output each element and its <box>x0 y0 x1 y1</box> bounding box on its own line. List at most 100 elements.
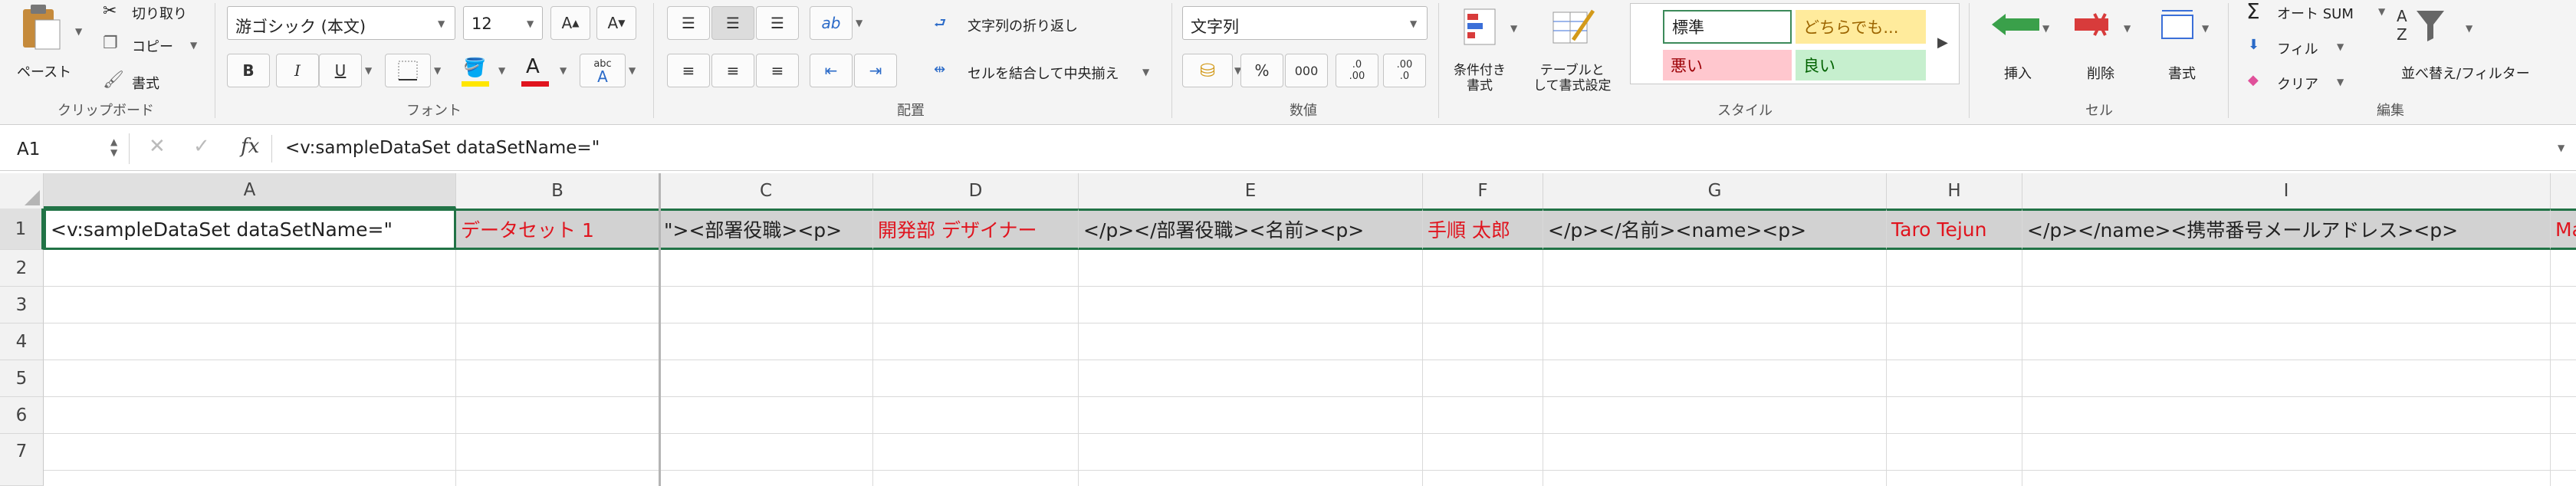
fill-button[interactable]: ⬇ フィル ▼ <box>2243 35 2366 58</box>
insert-function-icon[interactable]: fx <box>241 135 259 158</box>
column-header-b[interactable]: B <box>456 173 659 209</box>
cell-j1[interactable]: Ma <box>2551 209 2576 250</box>
name-box-stepper[interactable]: ▲ ▼ <box>110 136 117 158</box>
align-center-button[interactable]: ≡ <box>711 54 754 87</box>
italic-button[interactable]: I <box>276 54 319 87</box>
clear-button[interactable]: ◆ クリア ▼ <box>2243 71 2366 94</box>
autosum-button[interactable]: Σ オート SUM ▼ <box>2243 0 2404 24</box>
orientation-button[interactable]: ab <box>810 6 853 40</box>
cell-format-button[interactable]: 書式 <box>2147 5 2220 89</box>
cell-i1[interactable]: </p></name><携帯番号メールアドレス><p> <box>2022 209 2551 250</box>
font-color-button[interactable]: A <box>515 54 557 87</box>
column-header-d[interactable]: D <box>873 173 1079 209</box>
decrease-decimal-button[interactable]: .00 .0 <box>1383 54 1426 87</box>
row-header-7[interactable]: 7 <box>0 434 44 486</box>
copy-button[interactable]: ❐ コピー ▼ <box>98 34 205 55</box>
style-neutral[interactable]: どちらでも... <box>1796 10 1926 44</box>
column-header-c[interactable]: C <box>659 173 873 209</box>
column-header-g[interactable]: G <box>1543 173 1887 209</box>
decrease-indent-button[interactable]: ⇤ <box>810 54 853 87</box>
select-all-corner[interactable] <box>0 173 44 209</box>
cell-c1[interactable]: "><部署役職><p> <box>659 209 873 250</box>
grid-area[interactable] <box>44 250 2576 486</box>
insert-button[interactable]: 挿入 <box>1983 5 2056 89</box>
sort-filter-dropdown[interactable]: ▼ <box>2466 23 2472 34</box>
fill-color-button[interactable]: 🪣 <box>455 54 497 87</box>
increase-indent-button[interactable]: ⇥ <box>854 54 897 87</box>
percent-button[interactable]: % <box>1240 54 1283 87</box>
name-box[interactable]: A1 ▲ ▼ <box>6 133 130 164</box>
cell-f1[interactable]: 手順 太郎 <box>1423 209 1543 250</box>
row-header-5[interactable]: 5 <box>0 360 44 397</box>
cell-a1[interactable]: <v:sampleDataSet dataSetName=" <box>44 209 456 250</box>
phonetic-button[interactable]: abc A <box>580 54 626 87</box>
copy-dropdown[interactable]: ▼ <box>190 40 197 51</box>
number-group-label: 数値 <box>1290 103 1317 119</box>
format-as-table-button[interactable]: テーブルと して書式設定 <box>1530 5 1622 97</box>
conditional-format-button[interactable]: 条件付き 書式 <box>1454 5 1523 97</box>
borders-dropdown[interactable]: ▼ <box>434 65 441 76</box>
phonetic-dropdown[interactable]: ▼ <box>629 65 636 76</box>
column-header-a[interactable]: A <box>44 173 456 209</box>
style-normal[interactable]: 標準 <box>1663 10 1792 44</box>
insert-dropdown[interactable]: ▼ <box>2042 23 2049 34</box>
cell-e1[interactable]: </p></部署役職><名前><p> <box>1079 209 1423 250</box>
row-header-2[interactable]: 2 <box>0 250 44 287</box>
style-good[interactable]: 良い <box>1796 50 1926 80</box>
borders-button[interactable] <box>385 54 431 87</box>
sort-filter-button[interactable]: AZ ▼ 並べ替え/フィルター <box>2392 5 2545 89</box>
enter-icon[interactable]: ✓ <box>193 135 210 158</box>
column-header-i[interactable]: I <box>2022 173 2551 209</box>
cell-h1[interactable]: Taro Tejun <box>1887 209 2022 250</box>
row-header-4[interactable]: 4 <box>0 323 44 360</box>
column-header-j[interactable] <box>2551 173 2576 209</box>
column-header-h[interactable]: H <box>1887 173 2022 209</box>
merge-dropdown[interactable]: ▼ <box>1142 67 1149 77</box>
align-left-button[interactable]: ≡ <box>667 54 710 87</box>
currency-button[interactable]: ⛁ <box>1182 54 1233 87</box>
format-painter-button[interactable]: 🖌 書式 <box>98 71 205 92</box>
cut-button[interactable]: ✂ 切り取り <box>98 2 205 23</box>
increase-decimal-button[interactable]: .0 .00 <box>1336 54 1378 87</box>
fill-color-dropdown[interactable]: ▼ <box>498 65 505 76</box>
increase-font-button[interactable]: A ▲ <box>550 6 590 40</box>
font-name-select[interactable]: 游ゴシック (本文) ▼ <box>227 6 455 40</box>
column-header-e[interactable]: E <box>1079 173 1423 209</box>
paste-button[interactable]: ペースト <box>11 3 72 80</box>
paste-dropdown[interactable]: ▼ <box>75 26 82 37</box>
gallery-next-arrow[interactable]: ▶ <box>1937 34 1948 51</box>
number-format-select[interactable]: 文字列 ▼ <box>1182 6 1428 40</box>
column-header-f[interactable]: F <box>1423 173 1543 209</box>
font-color-dropdown[interactable]: ▼ <box>560 65 567 76</box>
align-bottom-button[interactable]: ☰ <box>756 6 799 40</box>
cell-g1[interactable]: </p></名前><name><p> <box>1543 209 1887 250</box>
cancel-icon[interactable]: ✕ <box>149 135 166 158</box>
merge-center-button[interactable]: ⇹ セルを結合して中央揃え ▼ <box>931 57 1161 87</box>
align-middle-button[interactable]: ☰ <box>711 6 754 40</box>
conditional-format-dropdown[interactable]: ▼ <box>1510 23 1517 34</box>
formula-expand-icon[interactable]: ▼ <box>2558 143 2564 153</box>
row-header-3[interactable]: 3 <box>0 287 44 323</box>
underline-dropdown[interactable]: ▼ <box>365 65 372 76</box>
autosum-dropdown[interactable]: ▼ <box>2378 6 2385 17</box>
bold-button[interactable]: B <box>227 54 270 87</box>
style-bad[interactable]: 悪い <box>1663 50 1792 80</box>
decrease-font-button[interactable]: A ▼ <box>596 6 636 40</box>
clear-dropdown[interactable]: ▼ <box>2337 77 2344 87</box>
align-top-button[interactable]: ☰ <box>667 6 710 40</box>
row-header-1[interactable]: 1 <box>0 209 44 250</box>
row-header-6[interactable]: 6 <box>0 397 44 434</box>
font-size-select[interactable]: 12 ▼ <box>463 6 543 40</box>
delete-button[interactable]: 削除 <box>2065 5 2139 89</box>
comma-button[interactable]: 000 <box>1285 54 1328 87</box>
underline-button[interactable]: U <box>319 54 362 87</box>
cell-d1[interactable]: 開発部 デザイナー <box>873 209 1079 250</box>
cell-format-dropdown[interactable]: ▼ <box>2202 23 2209 34</box>
cell-b1[interactable]: データセット 1 <box>456 209 659 250</box>
fill-dropdown[interactable]: ▼ <box>2337 41 2344 52</box>
delete-dropdown[interactable]: ▼ <box>2124 23 2131 34</box>
align-right-button[interactable]: ≡ <box>756 54 799 87</box>
orientation-dropdown[interactable]: ▼ <box>856 18 863 28</box>
wrap-text-button[interactable]: ⮐ 文字列の折り返し <box>931 9 1161 40</box>
formula-input[interactable]: <v:sampleDataSet dataSetName=" <box>285 138 600 158</box>
